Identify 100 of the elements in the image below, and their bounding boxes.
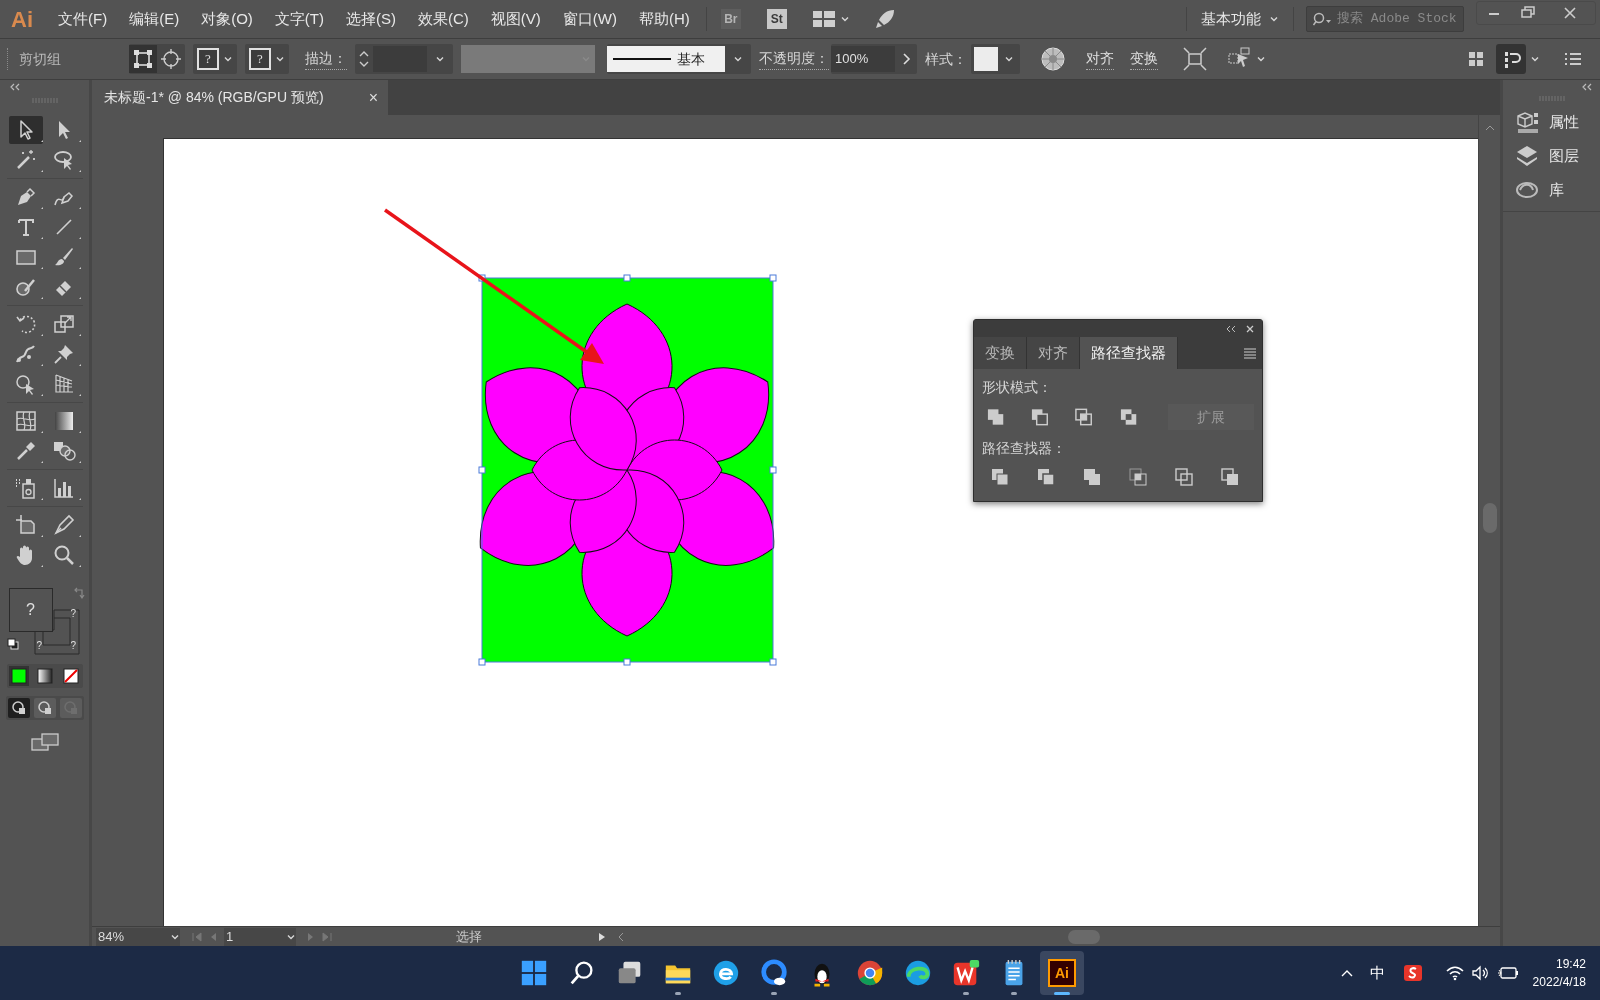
bounding-square-icon <box>133 49 153 69</box>
exclude-icon[interactable] <box>1118 407 1138 427</box>
panel-item[interactable]: 库 <box>1503 173 1600 207</box>
q-circle-icon[interactable] <box>759 958 789 988</box>
caret-icon[interactable] <box>1004 54 1014 64</box>
panel-toggle-icon[interactable] <box>1496 44 1526 74</box>
vertical-scrollbar[interactable] <box>1478 115 1500 926</box>
collapse-icon[interactable] <box>1580 82 1594 92</box>
menu-item[interactable]: 文字(T) <box>274 7 324 31</box>
app-logo: Ai <box>10 5 34 34</box>
trim-icon[interactable] <box>1036 467 1056 487</box>
fill-box[interactable]: ? <box>8 588 53 632</box>
crop-icon[interactable] <box>1128 467 1148 487</box>
draw-mode-icon[interactable] <box>7 698 30 718</box>
close-icon[interactable] <box>1246 324 1254 333</box>
chevron-up-icon[interactable] <box>1339 968 1354 978</box>
outline-icon[interactable] <box>1174 467 1194 487</box>
clock-time[interactable]: 19:42 <box>1555 955 1586 973</box>
zoom-field[interactable]: 84% <box>96 927 180 946</box>
merge-icon[interactable] <box>1082 467 1102 487</box>
w-badge-icon[interactable] <box>951 958 981 988</box>
section-label: 路径查找器： <box>982 439 1067 458</box>
layout-grid-icon[interactable] <box>812 11 835 27</box>
minus-back-icon[interactable] <box>1220 467 1240 487</box>
clock-date[interactable]: 2022/4/18 <box>1532 973 1586 991</box>
wave-circle-icon[interactable] <box>903 958 933 988</box>
unite-icon[interactable] <box>986 407 1006 427</box>
speaker-icon[interactable] <box>1470 965 1491 981</box>
document-tab[interactable]: 未标题-1* @ 84% (RGB/GPU 预览) × <box>92 80 388 115</box>
caret-icon[interactable] <box>1269 14 1279 24</box>
caret-icon[interactable] <box>435 54 445 64</box>
recolor-wheel-icon[interactable] <box>1040 46 1066 72</box>
caret-icon[interactable] <box>1256 54 1266 64</box>
stroke-unknown-mark: ? <box>70 608 77 620</box>
menu-item[interactable]: 文件(F) <box>58 7 108 31</box>
gradient-swatch-icon[interactable] <box>34 666 55 686</box>
cube-panel-icon <box>1515 110 1539 134</box>
menu-item[interactable]: 帮助(H) <box>638 7 690 31</box>
panel-tab[interactable]: 路径查找器 <box>1080 337 1178 369</box>
battery-icon[interactable] <box>1496 965 1519 981</box>
caret-icon[interactable] <box>733 54 743 64</box>
opacity-label: 不透明度： <box>759 48 829 70</box>
stroke-swatch[interactable]: ? <box>249 48 271 70</box>
no-color-swatch-icon[interactable] <box>60 666 81 686</box>
collapse-icon[interactable] <box>8 82 22 92</box>
tricolor-circle-icon[interactable] <box>855 958 885 988</box>
stroke-unknown-mark: ? <box>36 640 43 652</box>
panel-tab[interactable]: 变换 <box>974 337 1027 369</box>
panel-tab[interactable]: 对齐 <box>1027 337 1080 369</box>
rocket-icon[interactable] <box>873 8 896 30</box>
taskbar-app-button[interactable]: Ai <box>1040 951 1084 995</box>
artboard-number-field[interactable]: 1 <box>224 927 296 946</box>
stroke-weight-field[interactable] <box>355 44 453 74</box>
default-colors-icon[interactable] <box>6 638 19 650</box>
grid-arrange-icon[interactable] <box>1466 49 1486 69</box>
menu-item[interactable]: 选择(S) <box>346 7 396 31</box>
graphic-style-swatch[interactable] <box>974 47 998 71</box>
menu-item[interactable]: 对象(O) <box>201 7 253 31</box>
panel-item[interactable]: 属性 <box>1503 105 1600 139</box>
menu-item[interactable]: 效果(C) <box>418 7 469 31</box>
isolate-group-icon[interactable] <box>1182 46 1208 72</box>
wifi-icon[interactable] <box>1444 965 1465 981</box>
caret-icon[interactable] <box>223 54 233 64</box>
stroke-unknown-mark: ? <box>70 640 77 652</box>
caret-icon[interactable] <box>839 14 850 24</box>
search-field[interactable]: 搜索 Adobe Stock <box>1306 6 1464 32</box>
fill-swatch[interactable]: ? <box>197 48 219 70</box>
menu-item[interactable]: 编辑(E) <box>129 7 180 31</box>
menu-item[interactable]: 窗口(W) <box>562 7 617 31</box>
draw-mode-icon[interactable] <box>33 698 56 718</box>
selection-type-label: 剪切组 <box>19 49 62 69</box>
current-tool-label: 选择 <box>456 927 483 946</box>
input-method-indicator[interactable]: 中 <box>1369 961 1385 985</box>
close-tab-button[interactable]: × <box>368 85 378 110</box>
panel-item[interactable]: 图层 <box>1503 139 1600 173</box>
opacity-field[interactable]: 100% <box>831 46 895 72</box>
screen-mode-icon[interactable] <box>29 732 60 752</box>
scroll-up-icon[interactable] <box>1483 123 1496 133</box>
intersect-icon[interactable] <box>1074 407 1094 427</box>
e-circle-icon[interactable] <box>711 958 741 988</box>
running-indicator <box>1054 992 1070 995</box>
caret-icon[interactable] <box>275 54 285 64</box>
minus-front-icon[interactable] <box>1030 407 1050 427</box>
align-link[interactable]: 对齐 <box>1086 48 1114 70</box>
menu-item[interactable]: 视图(V) <box>490 7 541 31</box>
running-indicator <box>1011 992 1017 995</box>
search-icon <box>1313 12 1333 26</box>
solid-color-swatch-icon[interactable] <box>8 666 29 686</box>
collapse-icon[interactable] <box>1226 324 1236 333</box>
workspace-switcher[interactable]: 基本功能 <box>1201 7 1279 31</box>
section-label: 形状模式： <box>982 378 1053 397</box>
stroke-line-icon <box>613 57 671 61</box>
windows-logo-icon[interactable] <box>519 958 549 988</box>
transform-link[interactable]: 变换 <box>1130 48 1158 70</box>
caret-icon[interactable] <box>1530 54 1540 64</box>
clip-group-button[interactable] <box>129 45 157 73</box>
divide-icon[interactable] <box>990 467 1010 487</box>
launcher-button[interactable]: St <box>766 9 787 29</box>
s-badge-icon[interactable] <box>1402 963 1423 983</box>
stroke-style-field[interactable]: 基本 <box>607 46 725 72</box>
